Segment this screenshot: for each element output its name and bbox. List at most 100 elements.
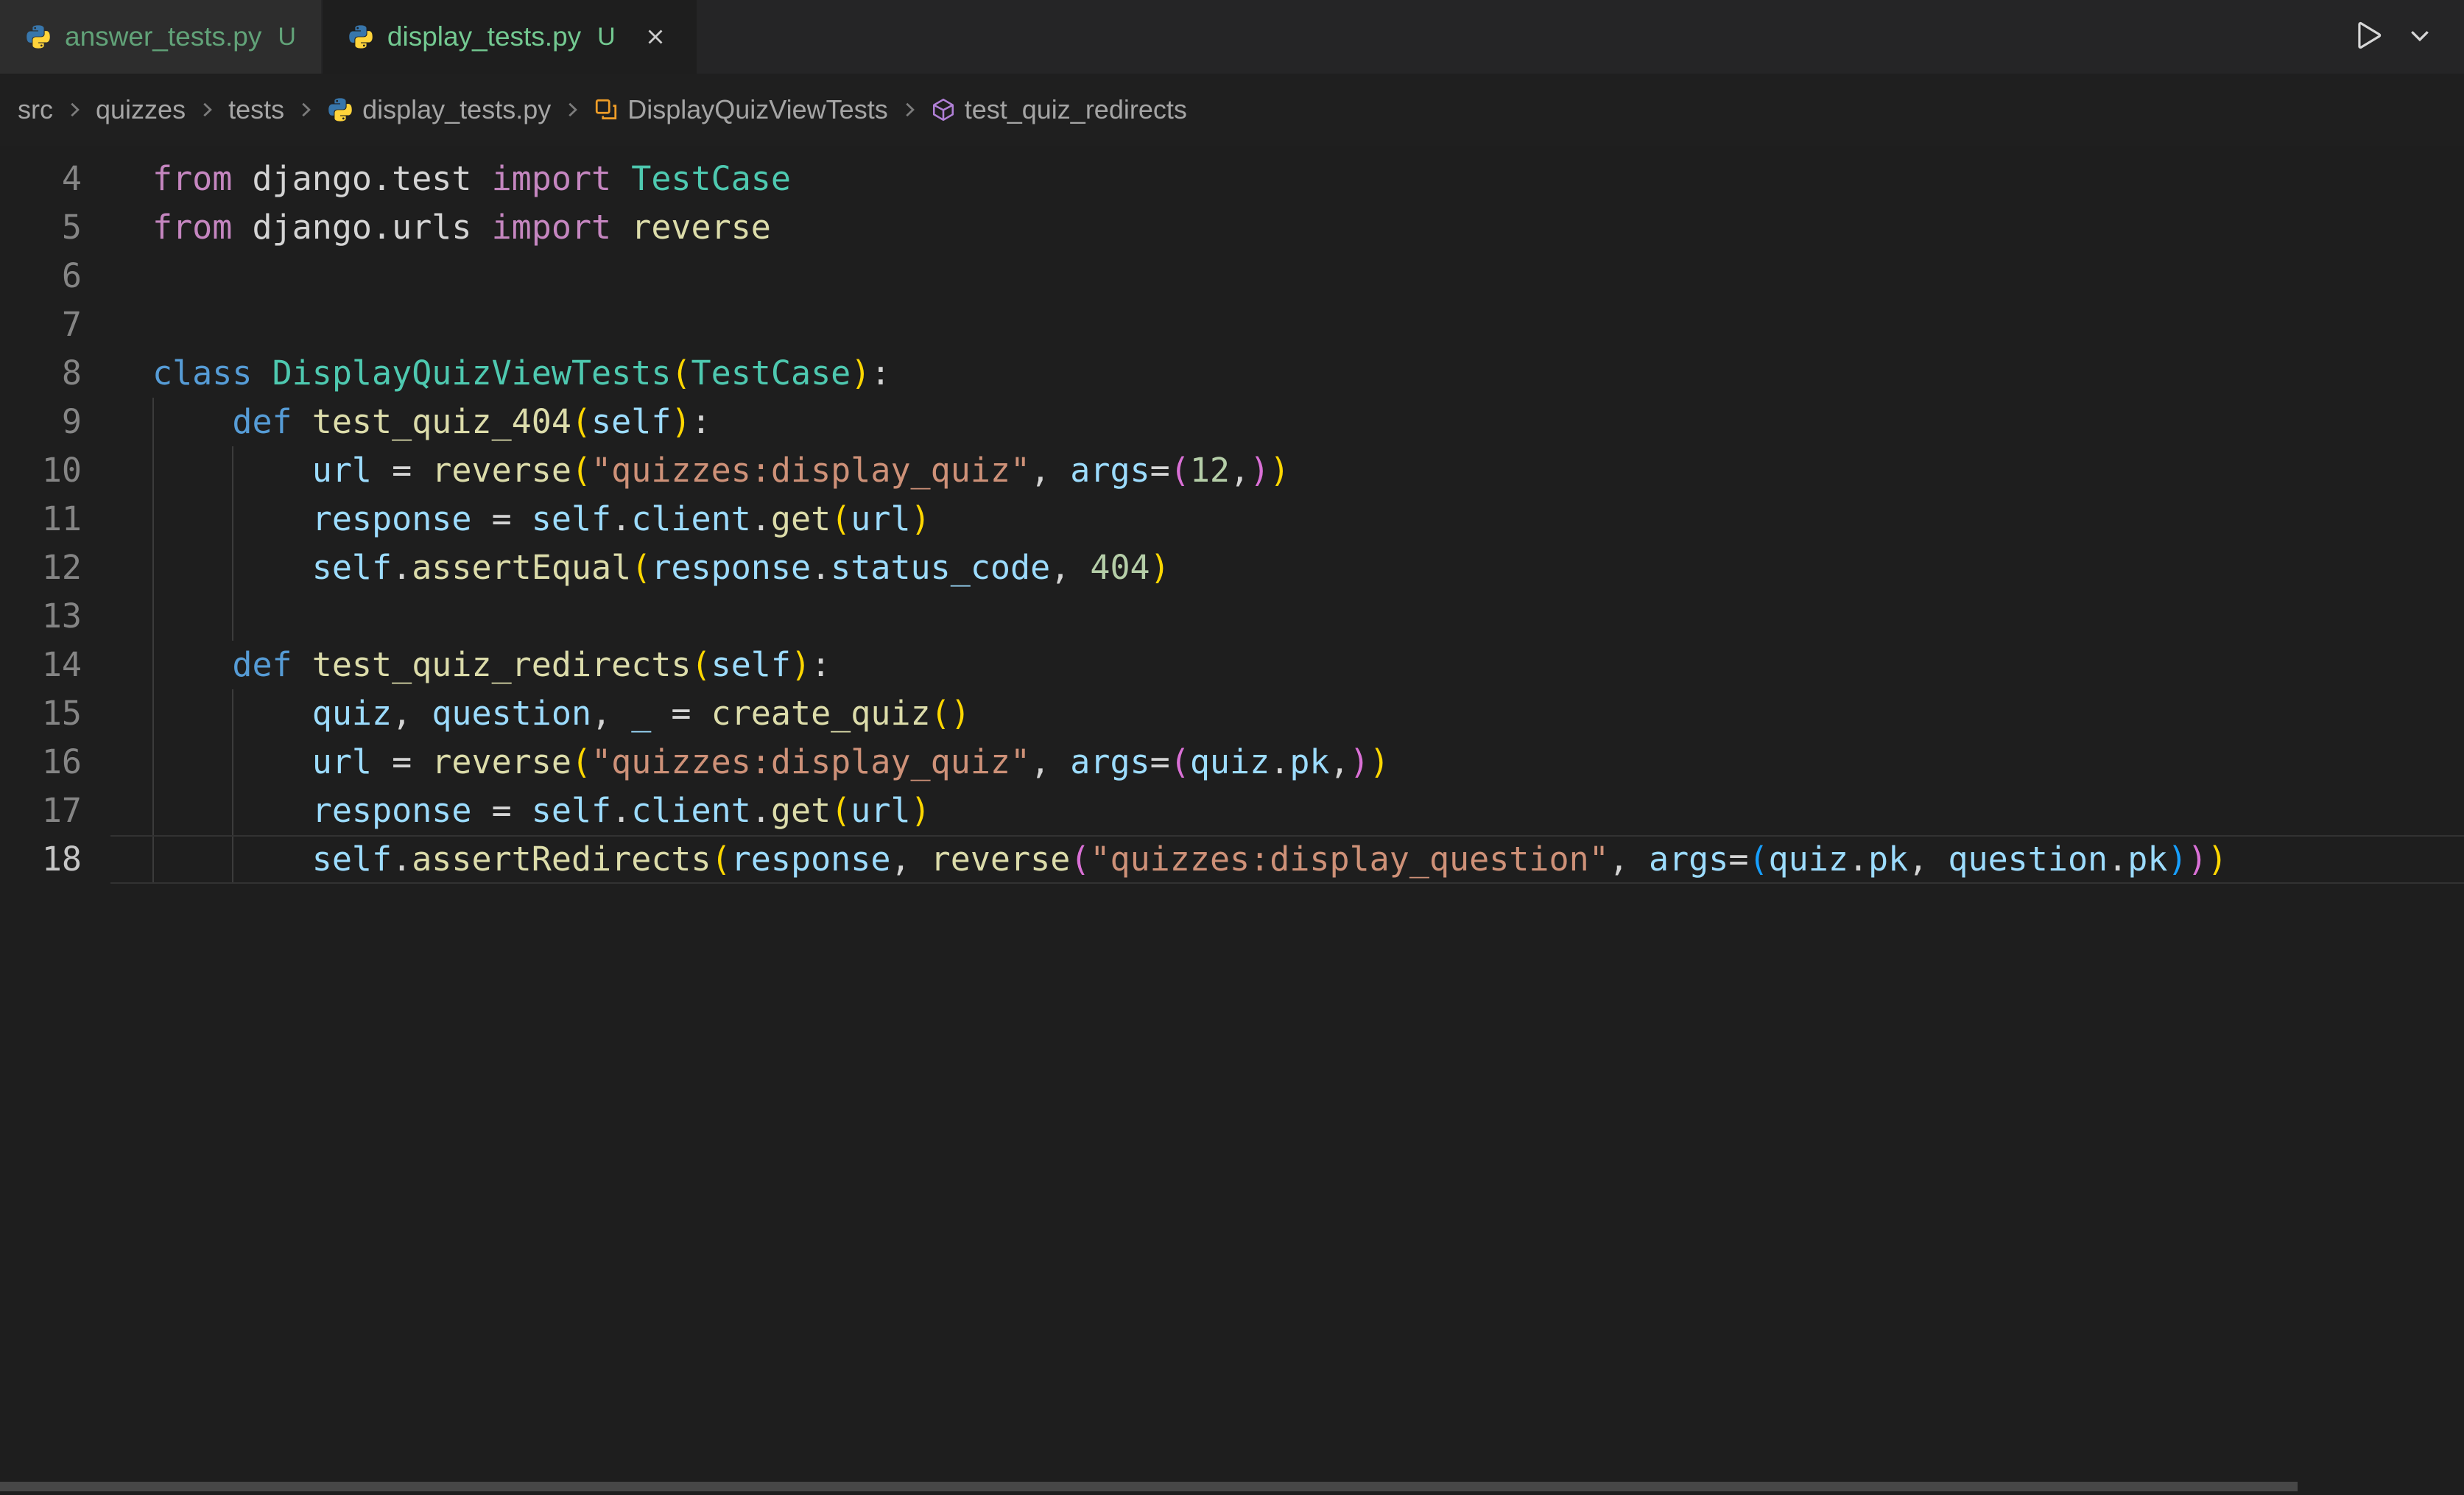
code-line-15[interactable]: 15 quiz, question, _ = create_quiz() (0, 689, 2464, 738)
line-number[interactable]: 11 (0, 495, 110, 544)
code-line-7[interactable]: 7 (0, 300, 2464, 349)
code-line-13[interactable]: 13 (0, 592, 2464, 641)
line-number[interactable]: 8 (0, 349, 110, 398)
breadcrumb-item-display_tests.py[interactable]: display_tests.py (327, 94, 551, 125)
code-content[interactable]: url = reverse("quizzes:display_quiz", ar… (110, 446, 2464, 495)
indent-guide (232, 446, 233, 495)
breadcrumb-item-DisplayQuizViewTests[interactable]: DisplayQuizViewTests (594, 94, 887, 125)
line-number[interactable]: 17 (0, 787, 110, 835)
line-number[interactable]: 3 (0, 146, 110, 155)
code-content[interactable]: def test_quiz_404(self): (110, 398, 2464, 446)
code-line-16[interactable]: 16 url = reverse("quizzes:display_quiz",… (0, 738, 2464, 787)
indent-guide (152, 398, 154, 446)
line-number[interactable]: 13 (0, 592, 110, 641)
run-dropdown-button[interactable] (2401, 18, 2439, 56)
tab-answer_tests.py[interactable]: answer_tests.py U (0, 0, 323, 74)
code-lines: 34from django.test import TestCase5from … (0, 146, 2464, 884)
chevron-down-icon (2406, 21, 2434, 53)
breadcrumb-item-label: quizzes (96, 94, 186, 125)
code-content[interactable]: def test_quiz_redirects(self): (110, 641, 2464, 689)
code-line-10[interactable]: 10 url = reverse("quizzes:display_quiz",… (0, 446, 2464, 495)
editor-actions (2348, 0, 2464, 74)
indent-guide (152, 787, 154, 835)
indent-guide (232, 787, 233, 835)
breadcrumb-item-test_quiz_redirects[interactable]: test_quiz_redirects (931, 94, 1187, 125)
line-number[interactable]: 9 (0, 398, 110, 446)
line-number[interactable]: 14 (0, 641, 110, 689)
line-number[interactable]: 18 (0, 835, 110, 884)
tab-label: display_tests.py (387, 21, 581, 52)
indent-guide (152, 835, 154, 884)
code-line-6[interactable]: 6 (0, 252, 2464, 300)
code-line-9[interactable]: 9 def test_quiz_404(self): (0, 398, 2464, 446)
indent-guide (232, 835, 233, 884)
line-number[interactable]: 4 (0, 155, 110, 203)
tab-display_tests.py[interactable]: display_tests.pyU (323, 0, 698, 74)
code-content[interactable]: from django.test import TestCase (110, 155, 2464, 203)
line-number[interactable]: 7 (0, 300, 110, 349)
tab-bar: answer_tests.py Udisplay_tests.pyU (0, 0, 2464, 74)
code-content[interactable]: response = self.client.get(url) (110, 495, 2464, 544)
code-line-5[interactable]: 5from django.urls import reverse (0, 203, 2464, 252)
indent-guide (152, 592, 154, 641)
breadcrumb-item-label: tests (228, 94, 284, 125)
tab-label: answer_tests.py (65, 21, 261, 52)
code-line-18[interactable]: 18 self.assertRedirects(response, revers… (0, 835, 2464, 884)
code-content[interactable]: self.assertRedirects(response, reverse("… (110, 835, 2464, 884)
line-number[interactable]: 10 (0, 446, 110, 495)
indent-guide (152, 544, 154, 592)
code-content[interactable] (110, 300, 2464, 349)
breadcrumb-separator-chevron-icon (898, 99, 921, 121)
git-status-badge: U (278, 23, 296, 52)
indent-guide (232, 544, 233, 592)
indent-guide (152, 641, 154, 689)
run-button[interactable] (2348, 18, 2386, 56)
breadcrumb-item-label: DisplayQuizViewTests (627, 94, 887, 125)
code-content[interactable]: url = reverse("quizzes:display_quiz", ar… (110, 738, 2464, 787)
python-icon (327, 96, 353, 123)
code-content[interactable] (110, 252, 2464, 300)
indent-guide (152, 495, 154, 544)
code-line-11[interactable]: 11 response = self.client.get(url) (0, 495, 2464, 544)
line-number[interactable]: 5 (0, 203, 110, 252)
code-content[interactable]: from django.urls import reverse (110, 203, 2464, 252)
python-icon (25, 24, 52, 50)
code-line-4[interactable]: 4from django.test import TestCase (0, 155, 2464, 203)
indent-guide (232, 592, 233, 641)
code-content[interactable] (110, 146, 2464, 155)
breadcrumb-item-quizzes[interactable]: quizzes (96, 94, 186, 125)
code-content[interactable]: response = self.client.get(url) (110, 787, 2464, 835)
code-editor[interactable]: 34from django.test import TestCase5from … (0, 146, 2464, 1495)
indent-guide (152, 446, 154, 495)
code-content[interactable]: quiz, question, _ = create_quiz() (110, 689, 2464, 738)
code-line-17[interactable]: 17 response = self.client.get(url) (0, 787, 2464, 835)
breadcrumb-item-label: display_tests.py (362, 94, 551, 125)
code-line-3[interactable]: 3 (0, 146, 2464, 155)
code-line-14[interactable]: 14 def test_quiz_redirects(self): (0, 641, 2464, 689)
editor-tabs: answer_tests.py Udisplay_tests.pyU (0, 0, 698, 74)
breadcrumb-item-label: test_quiz_redirects (965, 94, 1187, 125)
breadcrumb-separator-chevron-icon (63, 99, 85, 121)
breadcrumb-separator-chevron-icon (295, 99, 317, 121)
breadcrumb: src quizzes tests display_tests.py DisplayQu… (0, 74, 2464, 146)
code-line-12[interactable]: 12 self.assertEqual(response.status_code… (0, 544, 2464, 592)
code-content[interactable]: self.assertEqual(response.status_code, 4… (110, 544, 2464, 592)
line-number[interactable]: 16 (0, 738, 110, 787)
breadcrumb-separator-chevron-icon (196, 99, 218, 121)
breadcrumb-separator-chevron-icon (561, 99, 583, 121)
breadcrumb-item-tests[interactable]: tests (228, 94, 284, 125)
line-number[interactable]: 15 (0, 689, 110, 738)
horizontal-scrollbar[interactable] (0, 1482, 2298, 1491)
line-number[interactable]: 6 (0, 252, 110, 300)
code-content[interactable] (110, 592, 2464, 641)
indent-guide (232, 495, 233, 544)
breadcrumb-item-label: src (18, 94, 53, 125)
code-line-8[interactable]: 8class DisplayQuizViewTests(TestCase): (0, 349, 2464, 398)
code-content[interactable]: class DisplayQuizViewTests(TestCase): (110, 349, 2464, 398)
vscode-editor-window: answer_tests.py Udisplay_tests.pyU src qui… (0, 0, 2464, 1495)
breadcrumb-item-src[interactable]: src (18, 94, 53, 125)
tab-close-icon[interactable] (639, 21, 672, 53)
line-number[interactable]: 12 (0, 544, 110, 592)
indent-guide (232, 738, 233, 787)
method-icon (931, 97, 956, 122)
